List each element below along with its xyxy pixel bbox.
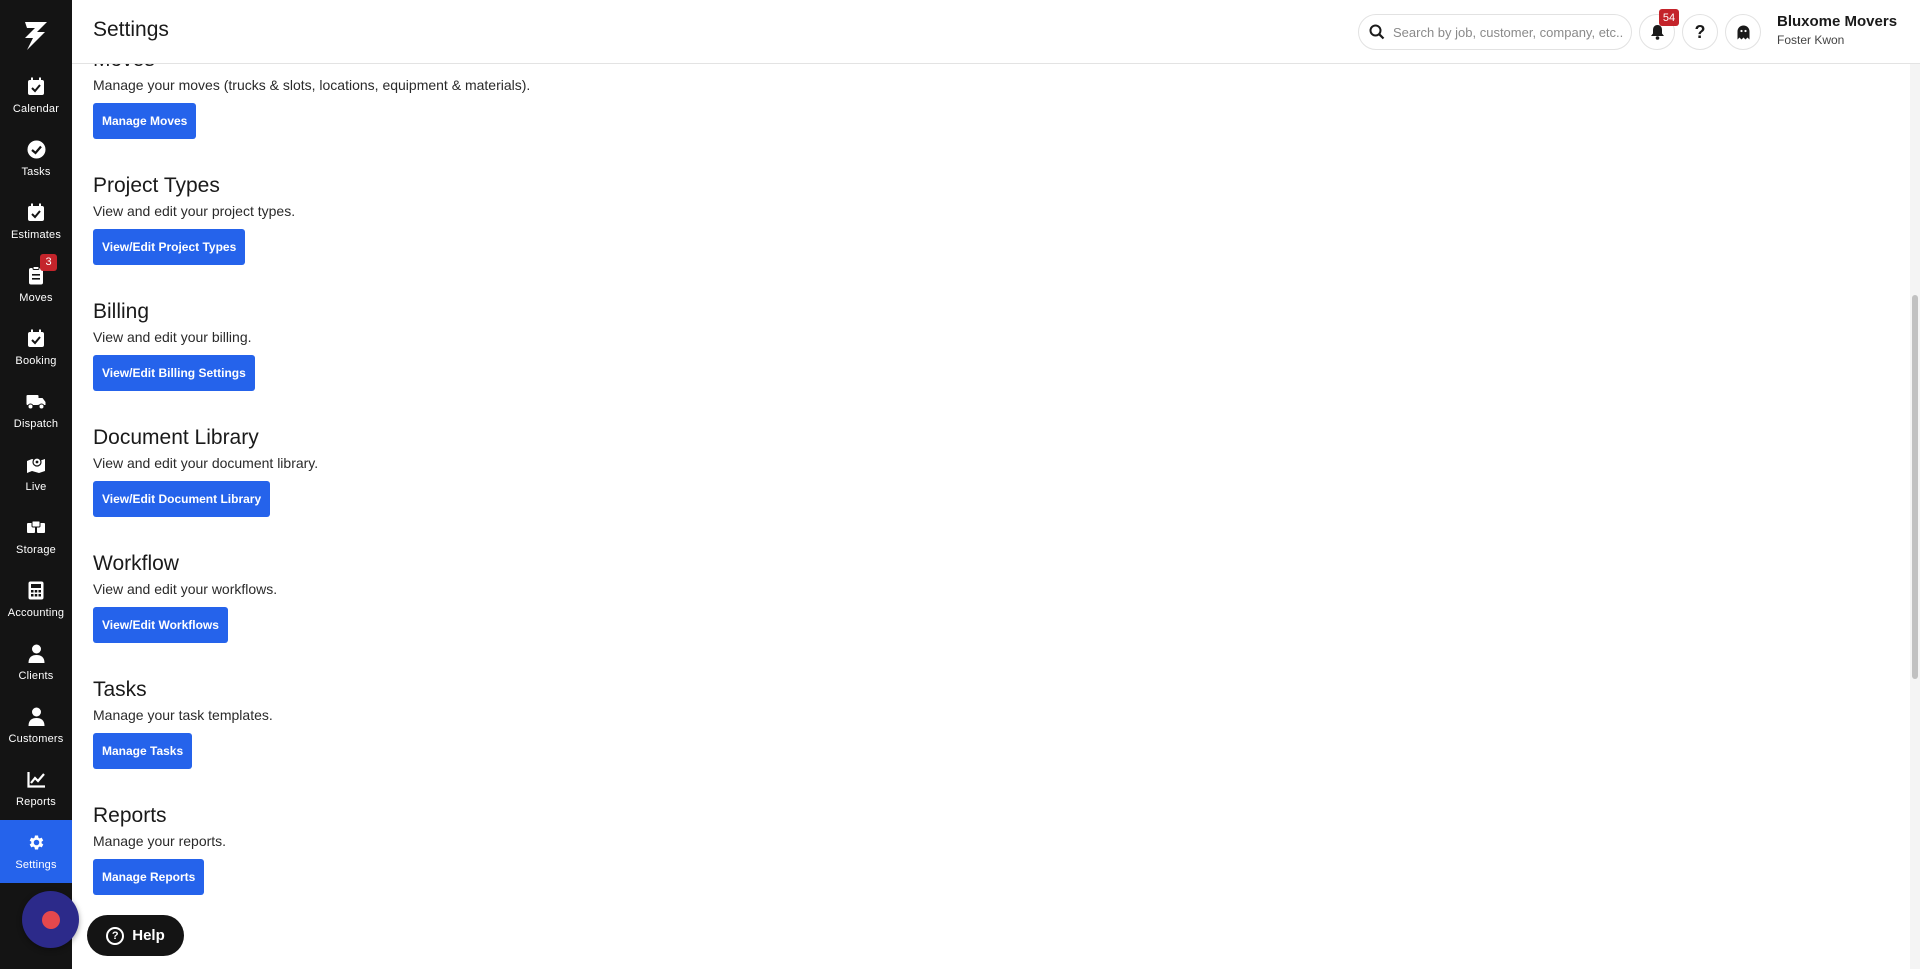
sidebar-item-label: Customers bbox=[8, 732, 64, 745]
user-name: Foster Kwon bbox=[1777, 33, 1845, 47]
sidebar-item-reports[interactable]: Reports bbox=[0, 757, 72, 820]
help-question-button[interactable]: ? bbox=[1682, 14, 1718, 50]
account-menu[interactable]: Bluxome Movers Foster Kwon bbox=[1777, 13, 1897, 47]
settings-content: Moves Manage your moves (trucks & slots,… bbox=[72, 64, 1910, 969]
sidebar-item-estimates[interactable]: Estimates bbox=[0, 190, 72, 253]
sidebar-item-customers[interactable]: Customers bbox=[0, 694, 72, 757]
section-title: Billing bbox=[93, 300, 150, 323]
user-icon bbox=[26, 707, 46, 727]
sidebar-item-label: Reports bbox=[16, 795, 56, 808]
sidebar-item-accounting[interactable]: Accounting bbox=[0, 568, 72, 631]
settings-section-moves: Moves Manage your moves (trucks & slots,… bbox=[93, 64, 530, 139]
sidebar-item-label: Storage bbox=[16, 543, 56, 556]
company-name: Bluxome Movers bbox=[1777, 13, 1898, 30]
settings-section-reports: Reports Manage your reports. Manage Repo… bbox=[93, 802, 226, 895]
page-title: Settings bbox=[93, 18, 169, 41]
app-logo[interactable] bbox=[0, 0, 72, 72]
sidebar-item-label: Booking bbox=[15, 354, 57, 367]
help-widget-button[interactable]: ? Help bbox=[87, 915, 184, 956]
sidebar-item-label: Estimates bbox=[10, 228, 62, 241]
moves-count-badge: 3 bbox=[40, 253, 57, 271]
sidebar-item-label: Dispatch bbox=[13, 417, 59, 430]
sidebar-item-label: Tasks bbox=[21, 165, 51, 178]
sidebar-item-label: Accounting bbox=[7, 606, 65, 619]
section-title: Moves bbox=[93, 64, 530, 74]
section-title: Project Types bbox=[93, 174, 220, 197]
manage-moves-button[interactable]: Manage Moves bbox=[93, 103, 197, 139]
sidebar-item-settings[interactable]: Settings bbox=[0, 820, 72, 883]
sidebar-item-label: Live bbox=[25, 480, 47, 493]
top-header: Settings 54 ? Bluxome Movers Foster Kwon bbox=[72, 0, 1920, 64]
sidebar-item-label: Calendar bbox=[12, 102, 60, 115]
section-description: Manage your reports. bbox=[93, 833, 227, 849]
user-icon bbox=[26, 644, 46, 664]
sidebar-item-calendar[interactable]: Calendar bbox=[0, 64, 72, 127]
settings-section-document-library: Document Library View and edit your docu… bbox=[93, 424, 318, 517]
calculator-icon bbox=[26, 581, 46, 601]
view-edit-billing-settings-button[interactable]: View/Edit Billing Settings bbox=[93, 355, 255, 391]
scrollbar-thumb[interactable] bbox=[1912, 295, 1918, 679]
sidebar-item-moves[interactable]: 3 Moves bbox=[0, 253, 72, 316]
section-description: View and edit your workflows. bbox=[93, 581, 278, 597]
global-search[interactable] bbox=[1358, 14, 1632, 50]
clipboard-icon: 3 bbox=[26, 253, 57, 286]
settings-section-billing: Billing View and edit your billing. View… bbox=[93, 298, 255, 391]
gear-icon bbox=[26, 833, 46, 853]
sidebar-item-label: Moves bbox=[19, 291, 53, 304]
notifications-button[interactable]: 54 bbox=[1639, 9, 1679, 50]
sidebar: Calendar Tasks Estimates 3 Moves Booking… bbox=[0, 0, 72, 969]
sidebar-item-dispatch[interactable]: Dispatch bbox=[0, 379, 72, 442]
settings-section-workflow: Workflow View and edit your workflows. V… bbox=[93, 550, 277, 643]
sidebar-item-label: Settings bbox=[15, 858, 57, 871]
view-edit-workflows-button[interactable]: View/Edit Workflows bbox=[93, 607, 228, 643]
settings-section-project-types: Project Types View and edit your project… bbox=[93, 172, 295, 265]
screen-record-button[interactable] bbox=[22, 891, 79, 948]
sidebar-item-booking[interactable]: Booking bbox=[0, 316, 72, 379]
truck-icon bbox=[26, 392, 46, 412]
chart-line-icon bbox=[26, 770, 46, 790]
question-icon: ? bbox=[1694, 21, 1706, 42]
help-label: Help bbox=[132, 927, 165, 944]
notification-count-badge: 54 bbox=[1659, 9, 1679, 26]
search-icon bbox=[1369, 24, 1385, 40]
section-description: View and edit your document library. bbox=[93, 455, 319, 471]
check-circle-icon bbox=[26, 140, 46, 160]
section-description: Manage your task templates. bbox=[93, 707, 273, 723]
sidebar-item-storage[interactable]: Storage bbox=[0, 505, 72, 568]
view-edit-document-library-button[interactable]: View/Edit Document Library bbox=[93, 481, 271, 517]
sidebar-item-tasks[interactable]: Tasks bbox=[0, 127, 72, 190]
settings-section-tasks: Tasks Manage your task templates. Manage… bbox=[93, 676, 273, 769]
calendar-check-icon bbox=[26, 329, 46, 349]
page-scrollbar[interactable] bbox=[1910, 64, 1920, 969]
ghost-icon bbox=[1737, 25, 1749, 39]
map-icon bbox=[26, 455, 46, 475]
calendar-check-icon bbox=[26, 203, 46, 223]
lightning-logo-icon bbox=[25, 22, 47, 50]
boxes-icon bbox=[26, 518, 46, 538]
sidebar-item-live[interactable]: Live bbox=[0, 442, 72, 505]
manage-reports-button[interactable]: Manage Reports bbox=[93, 859, 205, 895]
ghost-mode-button[interactable] bbox=[1725, 14, 1761, 50]
sidebar-item-clients[interactable]: Clients bbox=[0, 631, 72, 694]
search-input[interactable] bbox=[1393, 24, 1623, 40]
section-description: Manage your moves (trucks & slots, locat… bbox=[93, 77, 531, 93]
calendar-check-icon bbox=[26, 77, 46, 97]
sidebar-item-label: Clients bbox=[18, 669, 54, 682]
manage-tasks-button[interactable]: Manage Tasks bbox=[93, 733, 193, 769]
record-dot-icon bbox=[41, 910, 60, 929]
section-description: View and edit your project types. bbox=[93, 203, 296, 219]
section-title: Reports bbox=[93, 804, 167, 827]
section-description: View and edit your billing. bbox=[93, 329, 252, 345]
bell-icon bbox=[1650, 25, 1664, 40]
question-circle-icon: ? bbox=[106, 926, 125, 945]
view-edit-project-types-button[interactable]: View/Edit Project Types bbox=[93, 229, 246, 265]
section-title: Workflow bbox=[93, 552, 179, 575]
section-title: Document Library bbox=[93, 426, 259, 449]
section-title: Tasks bbox=[93, 678, 147, 701]
